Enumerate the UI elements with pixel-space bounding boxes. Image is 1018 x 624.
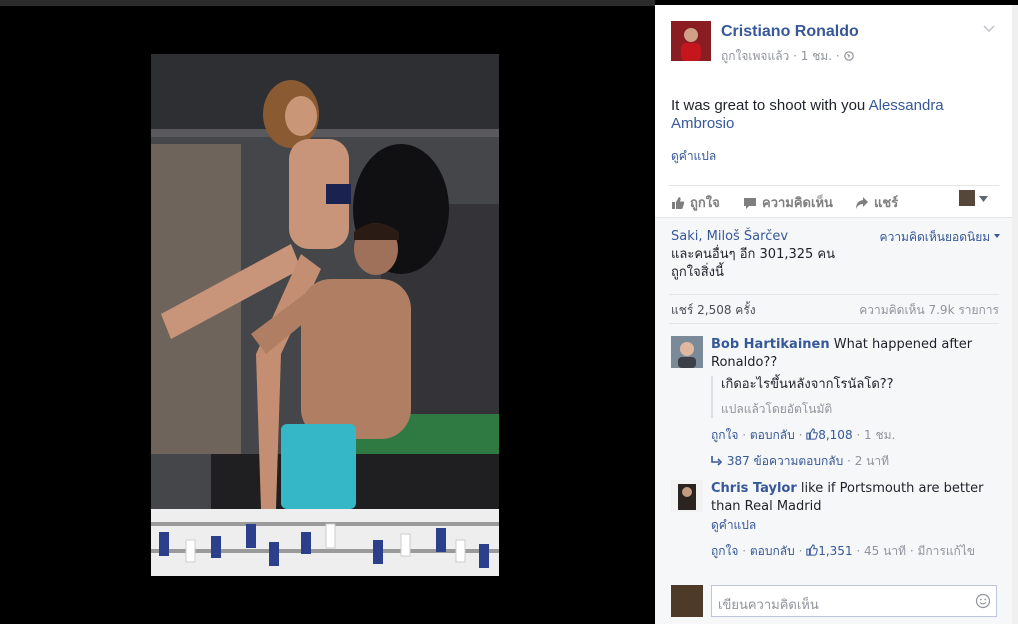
share-label: แชร์ xyxy=(874,196,899,211)
comment-count: ความคิดเห็น 7.9k รายการ xyxy=(859,303,999,317)
comment-label: ความคิดเห็น xyxy=(762,196,833,211)
comment-like-count[interactable]: 8,108 xyxy=(806,428,853,442)
likers-summary: Saki, Miloš Šarčev และคนอื่นๆ อีก 301,32… xyxy=(671,228,861,282)
thumbs-up-icon xyxy=(671,196,685,210)
meta-separator: · xyxy=(793,49,801,63)
share-button[interactable]: แชร์ xyxy=(855,192,898,213)
comment-content: Bob Hartikainen What happened after Rona… xyxy=(711,336,1001,372)
stats-row: แชร์ 2,508 ครั้ง ความคิดเห็น 7.9k รายการ xyxy=(669,294,999,324)
post-time[interactable]: 1 ชม. xyxy=(801,49,832,63)
thumbs-up-icon xyxy=(806,428,819,442)
see-translation-link[interactable]: ดูคำแปล xyxy=(711,516,1001,534)
comment-body: Bob Hartikainen What happened after Rona… xyxy=(711,336,1001,470)
viewer-avatar xyxy=(671,585,703,617)
top-strip xyxy=(0,0,655,6)
commenter-avatar[interactable] xyxy=(671,480,703,512)
viewer-avatar xyxy=(959,190,975,206)
chevron-down-icon[interactable] xyxy=(982,21,996,35)
post-photo[interactable] xyxy=(151,54,499,576)
like-label: ถูกใจ xyxy=(690,196,720,211)
comment-like-link[interactable]: ถูกใจ xyxy=(711,544,738,558)
liker-rest[interactable]: และคนอื่นๆ อีก 301,325 คน xyxy=(671,246,861,264)
caret-down-icon xyxy=(979,191,988,206)
social-section: Saki, Miloš Šarčev และคนอื่นๆ อีก 301,32… xyxy=(655,217,1012,624)
meta-separator: · xyxy=(742,544,750,558)
liker-suffix: ถูกใจสิ่งนี้ xyxy=(671,265,724,280)
comment-reply-link[interactable]: ตอบกลับ xyxy=(750,544,795,558)
share-arrow-icon xyxy=(855,196,869,210)
emoji-icon[interactable] xyxy=(975,593,991,609)
post-text: It was great to shoot with you Alessandr… xyxy=(671,97,991,133)
comment-input[interactable]: เขียนความคิดเห็น xyxy=(711,585,997,617)
comment-time[interactable]: 1 ชม. xyxy=(864,428,895,442)
comment-button[interactable]: ความคิดเห็น xyxy=(743,192,833,213)
translation-text: เกิดอะไรขึ้นหลังจากโรนัลโด?? xyxy=(721,377,894,392)
page-name[interactable]: Cristiano Ronaldo xyxy=(721,23,859,41)
comment-time[interactable]: 45 นาที xyxy=(864,544,906,558)
view-as-selector[interactable] xyxy=(959,190,988,206)
commenter-avatar[interactable] xyxy=(671,336,703,368)
post-panel: Cristiano Ronaldo ถูกใจเพจแล้ว · 1 ชม. ·… xyxy=(655,5,1012,624)
meta-separator: · xyxy=(856,544,865,558)
comment-like-count[interactable]: 1,351 xyxy=(806,544,853,558)
like-count-value: 1,351 xyxy=(818,544,853,558)
edited-label[interactable]: มีการแก้ไข xyxy=(917,544,975,558)
replies-time: 2 นาที xyxy=(854,454,890,468)
comment-like-link[interactable]: ถูกใจ xyxy=(711,428,738,442)
like-button[interactable]: ถูกใจ xyxy=(671,192,720,213)
translation-note: แปลแล้วโดยอัตโนมัติ xyxy=(721,402,833,416)
comment-author[interactable]: Bob Hartikainen xyxy=(711,337,830,352)
comment-author[interactable]: Chris Taylor xyxy=(711,481,797,496)
thumbs-up-icon xyxy=(806,544,819,558)
globe-icon xyxy=(843,49,854,63)
liked-page-label[interactable]: ถูกใจเพจแล้ว xyxy=(721,49,789,63)
caret-down-icon xyxy=(994,230,1000,244)
scrollbar[interactable] xyxy=(1012,5,1018,624)
comment-content: Chris Taylor like if Portsmouth are bett… xyxy=(711,480,1001,516)
meta-separator: · xyxy=(835,49,844,63)
sort-label: ความคิดเห็นยอดนิยม xyxy=(879,230,991,244)
see-translation-link[interactable]: ดูคำแปล xyxy=(671,147,716,166)
like-count-value: 8,108 xyxy=(818,428,853,442)
view-replies-link[interactable]: 387 ข้อความตอบกลับ · 2 นาที xyxy=(711,452,1001,470)
post-text-body: It was great to shoot with you xyxy=(671,97,869,114)
comment-sort-dropdown[interactable]: ความคิดเห็นยอดนิยม xyxy=(880,228,1000,247)
reply-arrow-icon xyxy=(711,454,723,468)
comment-meta: ถูกใจ · ตอบกลับ · 1,351 · 45 นาที · มีกา… xyxy=(711,542,1001,560)
replies-count: 387 ข้อความตอบกลับ xyxy=(726,454,844,468)
share-count[interactable]: แชร์ 2,508 ครั้ง xyxy=(671,301,756,320)
action-bar: ถูกใจ ความคิดเห็น แชร์ xyxy=(669,185,999,215)
comment-body: Chris Taylor like if Portsmouth are bett… xyxy=(711,480,1001,560)
page-avatar[interactable] xyxy=(671,21,711,61)
liker-names[interactable]: Saki, Miloš Šarčev xyxy=(671,228,861,246)
comment-icon xyxy=(743,196,757,210)
photo-illustration xyxy=(151,54,499,576)
comment-reply-link[interactable]: ตอบกลับ xyxy=(750,428,795,442)
post-meta: ถูกใจเพจแล้ว · 1 ชม. · xyxy=(721,47,854,66)
comment-composer: เขียนความคิดเห็น xyxy=(669,585,999,617)
meta-separator: · xyxy=(742,428,750,442)
meta-separator: · xyxy=(847,454,855,468)
comment-translation: เกิดอะไรขึ้นหลังจากโรนัลโด?? แปลแล้วโดยอ… xyxy=(711,376,1001,418)
comment-meta: ถูกใจ · ตอบกลับ · 8,108 · 1 ชม. xyxy=(711,426,1001,444)
meta-separator: · xyxy=(856,428,865,442)
